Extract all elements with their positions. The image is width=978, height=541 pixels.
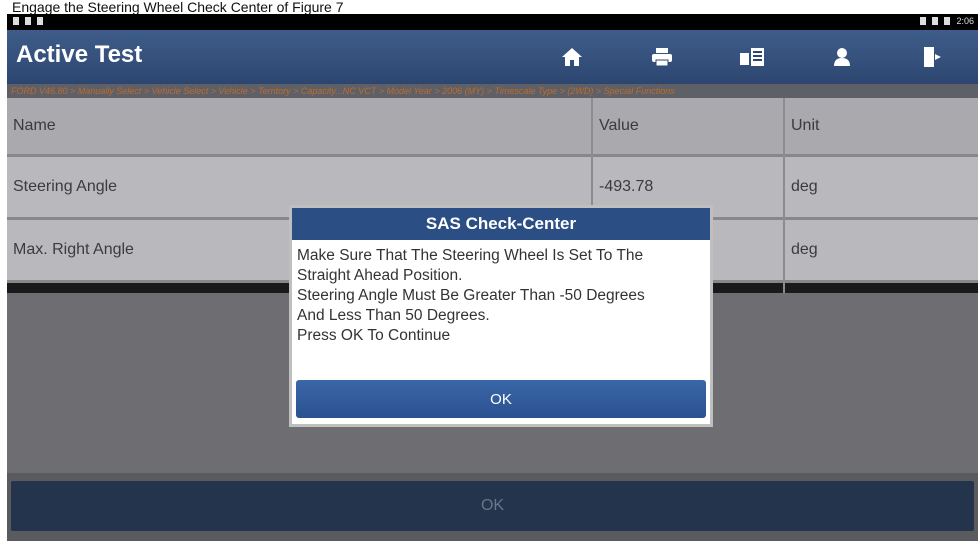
table-header: Name Value Unit: [7, 98, 978, 157]
row-unit: deg: [791, 178, 818, 195]
status-bar: 2:06: [7, 14, 978, 30]
exit-icon: [924, 47, 941, 67]
dialog-message-line: And Less Than 50 Degrees.: [297, 307, 490, 324]
dialog-message-line: Steering Angle Must Be Greater Than -50 …: [297, 287, 645, 304]
caption-text: Engage the Steering Wheel Check Center o…: [0, 0, 978, 14]
notification-icon: [37, 17, 43, 25]
footer-bar: OK: [7, 473, 978, 541]
column-header-name: Name: [13, 117, 56, 134]
dialog-ok-button[interactable]: OK: [296, 380, 706, 418]
report-button[interactable]: [707, 38, 797, 76]
dialog-message-line: Press OK To Continue: [297, 327, 451, 344]
dialog-message: Make Sure That The Steering Wheel Is Set…: [292, 240, 710, 346]
tablet-screen: 2:06 Active Test FORD V46.80 > Manually …: [7, 14, 978, 541]
dialog-message-line: Straight Ahead Position.: [297, 267, 463, 284]
footer-ok-button[interactable]: OK: [11, 481, 974, 531]
print-button[interactable]: [617, 38, 707, 76]
wifi-icon: [932, 17, 939, 25]
status-time: 2:06: [956, 16, 974, 26]
exit-button[interactable]: [887, 38, 977, 76]
row-name: Max. Right Angle: [13, 241, 134, 258]
breadcrumb: FORD V46.80 > Manually Select > Vehicle …: [7, 84, 978, 98]
row-unit: deg: [791, 241, 818, 258]
page-title: Active Test: [16, 41, 143, 68]
dialog-message-line: Make Sure That The Steering Wheel Is Set…: [297, 247, 644, 264]
toolbar: [527, 38, 977, 76]
print-icon: [652, 48, 672, 67]
home-button[interactable]: [527, 38, 617, 76]
signal-icon: [920, 17, 927, 25]
column-header-value: Value: [599, 117, 639, 134]
report-icon: [740, 48, 764, 66]
notification-icon: [13, 17, 19, 25]
home-icon: [562, 48, 582, 66]
column-divider: [783, 98, 785, 293]
notification-icon: [25, 17, 31, 25]
user-icon: [834, 48, 850, 66]
dialog-title: SAS Check-Center: [292, 208, 710, 240]
user-button[interactable]: [797, 38, 887, 76]
sas-check-dialog: SAS Check-Center Make Sure That The Stee…: [289, 205, 713, 427]
row-name: Steering Angle: [13, 178, 118, 195]
app-header: Active Test: [7, 30, 978, 85]
battery-icon: [944, 17, 951, 25]
column-header-unit: Unit: [791, 117, 820, 134]
